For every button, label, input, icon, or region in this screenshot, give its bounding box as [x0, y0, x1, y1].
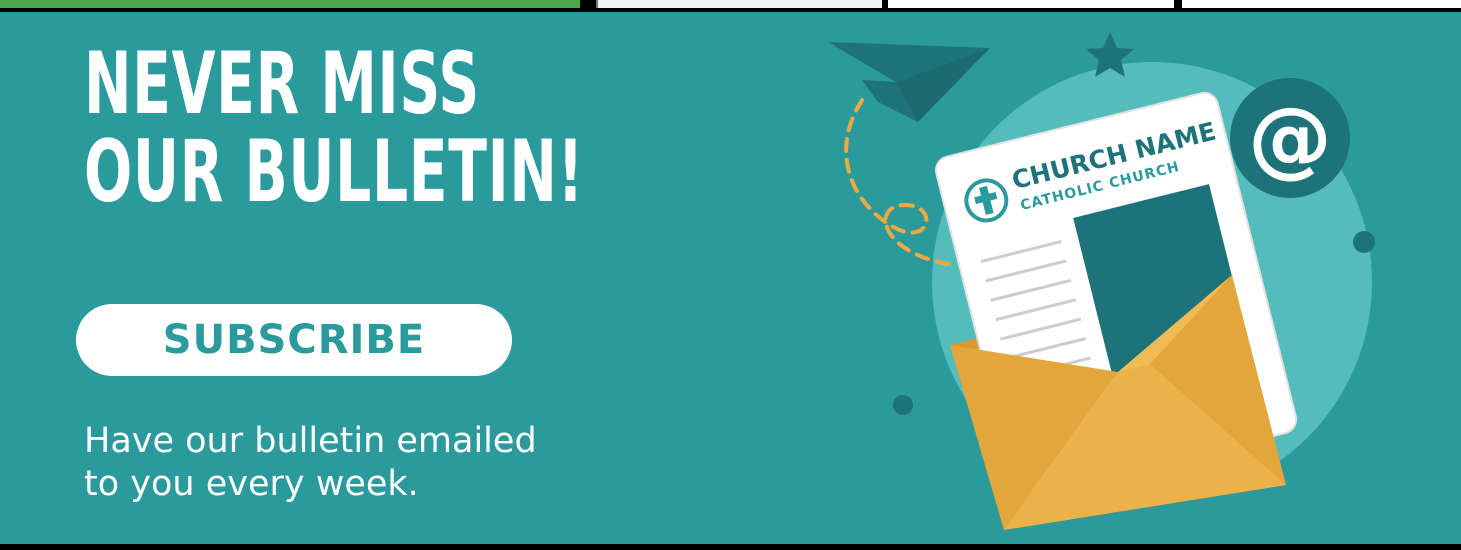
headline-line-2: OUR BULLETIN! [84, 122, 585, 222]
top-strip [0, 0, 1461, 12]
bulletin-banner: NEVER MISS OUR BULLETIN! SUBSCRIBE Have … [0, 12, 1461, 544]
dot-left [893, 395, 913, 415]
at-symbol: @ [1248, 89, 1332, 187]
headline-line-1: NEVER MISS [84, 34, 480, 134]
tagline-line-1: Have our bulletin emailed [84, 421, 537, 461]
newsletter-illustration: CHURCH NAME CATHOLIC CHURCH @ [828, 32, 1375, 530]
top-box-2 [888, 0, 1174, 8]
tagline: Have our bulletin emailed to you every w… [84, 420, 537, 506]
subscribe-label: SUBSCRIBE [162, 317, 426, 363]
bottom-strip [0, 544, 1461, 550]
dot-right [1353, 231, 1375, 253]
top-green-bar [0, 0, 580, 8]
tagline-line-2: to you every week. [84, 464, 419, 504]
at-sign-icon: @ [1230, 78, 1350, 198]
headline: NEVER MISS OUR BULLETIN! [84, 40, 584, 216]
paper-plane-icon [828, 42, 990, 122]
page: NEVER MISS OUR BULLETIN! SUBSCRIBE Have … [0, 0, 1461, 550]
top-box-1 [596, 0, 882, 8]
top-box-3 [1182, 0, 1461, 8]
subscribe-button[interactable]: SUBSCRIBE [76, 304, 512, 376]
